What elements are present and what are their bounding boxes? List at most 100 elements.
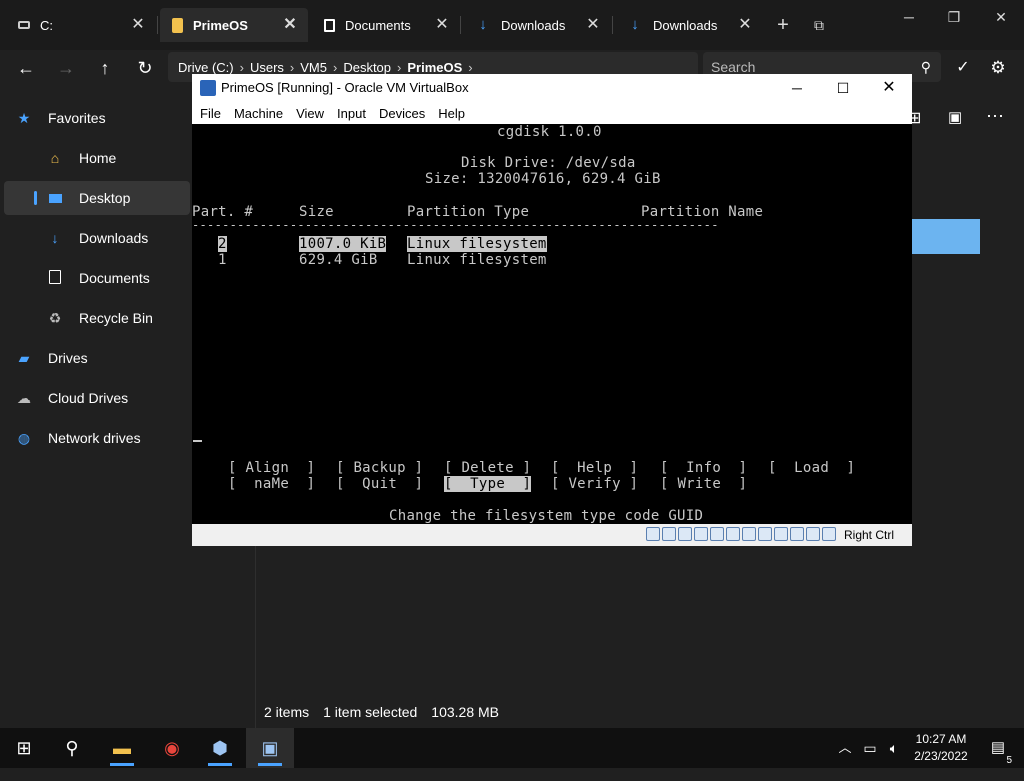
menu-align[interactable]: [ Align ] [228,460,315,476]
breadcrumb-users[interactable]: Users [250,60,284,75]
vm-screen[interactable]: cgdisk 1.0.0 Disk Drive: /dev/sda Size: … [192,124,912,524]
sidebar: ★ Favorites ⌂ Home Desktop ↓ Downloads D… [0,100,190,720]
up-button[interactable]: ↑ [92,55,118,81]
menu-devices[interactable]: Devices [379,106,425,121]
chrome-icon[interactable]: ◉ [148,728,196,768]
menu-info[interactable]: [ Info ] [660,460,747,476]
tab-documents[interactable]: Documents ✕ [312,8,460,42]
keyboard-capture-icon[interactable] [822,527,836,541]
pane-divider[interactable] [255,540,256,740]
menu-machine[interactable]: Machine [234,106,283,121]
sidebar-item-downloads[interactable]: ↓ Downloads [0,221,190,255]
menu-type[interactable]: [ Type ] [444,476,532,492]
row-size[interactable]: 1007.0 KiB [299,236,387,252]
sidebar-item-desktop[interactable]: Desktop [4,181,190,215]
menu-write[interactable]: [ Write ] [660,476,747,492]
tab-primeos[interactable]: PrimeOS ✕ [160,8,308,42]
row-partition-type[interactable]: Linux filesystem [407,236,547,252]
audio-icon[interactable] [678,527,692,541]
maximize-button[interactable]: ☐ [820,74,866,102]
menu-quit[interactable]: [ Quit ] [336,476,423,492]
recording-icon[interactable] [758,527,772,541]
menu-load[interactable]: [ Load ] [768,460,855,476]
close-icon[interactable]: ✕ [735,15,755,35]
close-window-button[interactable]: ✕ [990,6,1012,28]
tab-overview-icon[interactable]: ⧉ [808,14,830,36]
close-window-button[interactable]: ✕ [866,74,912,102]
search-icon[interactable]: ⚲ [48,728,96,768]
window-title: PrimeOS [Running] - Oracle VM VirtualBox [221,80,469,95]
menu-name[interactable]: [ naMe ] [228,476,315,492]
sidebar-item-cloud-drives[interactable]: ☁ Cloud Drives [0,381,190,415]
cpu-icon[interactable] [790,527,804,541]
network-icon[interactable]: ▭ [858,728,882,768]
breadcrumb-primeos[interactable]: PrimeOS [407,60,462,75]
close-icon[interactable]: ✕ [128,15,148,35]
volume-icon[interactable]: 🔈︎ [882,728,906,768]
menu-help[interactable]: [ Help ] [551,460,638,476]
virtualbox-window[interactable]: PrimeOS [Running] - Oracle VM VirtualBox… [192,74,912,546]
virtualbox-vm-icon[interactable]: ▣ [246,728,294,768]
hard-disk-icon[interactable] [646,527,660,541]
host-key-label: Right Ctrl [843,528,894,542]
tab-downloads-2[interactable]: ↓ Downloads ✕ [615,8,763,42]
usb-icon[interactable] [710,527,724,541]
preview-pane-icon[interactable]: ▣ [948,108,968,128]
sidebar-item-documents[interactable]: Documents [0,261,190,295]
system-clock[interactable]: 10:27 AM 2/23/2022 [906,731,976,765]
back-button[interactable]: ← [13,55,39,81]
mouse-integration-icon[interactable] [806,527,820,541]
optical-drive-icon[interactable] [662,527,676,541]
notification-center-icon[interactable]: ▤ 5 [978,728,1018,768]
sidebar-item-favorites[interactable]: ★ Favorites [0,101,190,135]
menu-input[interactable]: Input [337,106,366,121]
sync-status-icon[interactable]: ✓ [950,55,976,81]
forward-button[interactable]: → [53,55,79,81]
gear-icon[interactable]: ⚙ [985,55,1011,81]
close-icon[interactable]: ✕ [432,15,452,35]
menu-file[interactable]: File [200,106,221,121]
start-button[interactable]: ⊞ [0,728,48,768]
close-icon[interactable]: ✕ [583,15,603,35]
clock-date: 2/23/2022 [914,749,968,763]
shared-folders-icon[interactable] [726,527,740,541]
menu-delete[interactable]: [ Delete ] [444,460,531,476]
restore-button[interactable]: ❐ [943,6,965,28]
virtualbox-manager-icon[interactable]: ⬢ [196,728,244,768]
tab-label: C: [40,17,53,33]
tab-c-drive[interactable]: C: ✕ [0,8,156,42]
notification-count: 5 [1006,755,1012,766]
files-app-icon[interactable]: ▬ [98,728,146,768]
close-icon[interactable]: ✕ [280,15,300,35]
network-icon[interactable] [694,527,708,541]
row-part-number[interactable]: 2 [218,236,227,252]
minimize-button[interactable]: ─ [898,6,920,28]
breadcrumb-drive[interactable]: Drive (C:) [178,60,234,75]
menu-help[interactable]: Help [438,106,465,121]
menu-view[interactable]: View [296,106,324,121]
breadcrumb-desktop[interactable]: Desktop [343,60,391,75]
row-size[interactable]: 629.4 GiB [299,252,378,268]
cloud-icon: ☁ [17,390,31,406]
menu-backup[interactable]: [ Backup ] [336,460,423,476]
sidebar-item-recycle-bin[interactable]: ♻ Recycle Bin [0,301,190,335]
tab-downloads-1[interactable]: ↓ Downloads ✕ [463,8,611,42]
new-tab-button[interactable]: + [772,14,794,36]
breadcrumb-vm5[interactable]: VM5 [300,60,327,75]
virtualization-icon[interactable] [774,527,788,541]
row-partition-type[interactable]: Linux filesystem [407,252,547,268]
sidebar-item-network-drives[interactable]: ◍ Network drives [0,421,190,455]
display-icon[interactable] [742,527,756,541]
selected-file-highlight[interactable] [912,219,980,254]
disk-drive-label: Disk Drive: /dev/sda [461,155,636,171]
sidebar-item-home[interactable]: ⌂ Home [0,141,190,175]
row-part-number[interactable]: 1 [218,252,227,268]
minimize-button[interactable]: ─ [774,74,820,102]
chevron-up-icon[interactable]: ︿ [834,728,856,768]
sidebar-item-drives[interactable]: ▰ Drives [0,341,190,375]
tab-divider [157,16,158,34]
refresh-button[interactable]: ↻ [132,55,158,81]
menu-verify[interactable]: [ Verify ] [551,476,638,492]
more-options-icon[interactable]: ⋯ [986,106,1010,126]
virtualbox-title-bar[interactable]: PrimeOS [Running] - Oracle VM VirtualBox… [192,74,912,102]
